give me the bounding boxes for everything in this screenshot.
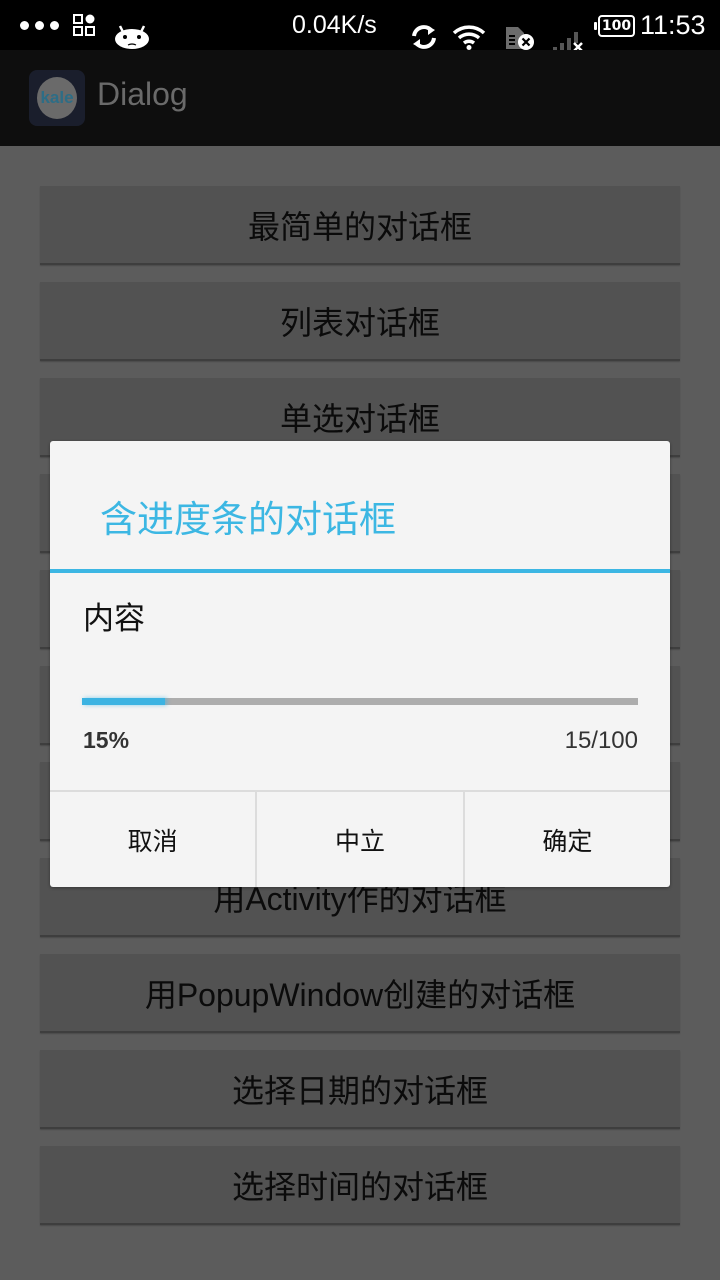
app-title: Dialog (97, 76, 188, 112)
app-logo-icon[interactable]: kale (29, 70, 85, 126)
confirm-button[interactable]: 确定 (462, 792, 670, 887)
progress-bar (82, 698, 638, 705)
progress-count-label: 15/100 (564, 727, 638, 754)
dialog-title-divider (50, 569, 670, 573)
more-dots-icon (20, 0, 59, 50)
cancel-button[interactable]: 取消 (50, 792, 255, 887)
date-picker-dialog-button[interactable]: 选择日期的对话框 (40, 1050, 680, 1129)
list-dialog-button[interactable]: 列表对话框 (40, 282, 680, 361)
progress-bar-fill (82, 698, 166, 705)
progress-dialog: 含进度条的对话框 内容 15% 15/100 取消 中立 确定 (50, 441, 670, 887)
network-speed: 0.04K/s (292, 10, 377, 39)
app-logo-text: kale (37, 77, 77, 119)
progress-percent-label: 15% (83, 727, 130, 753)
battery-icon: 100 (594, 15, 635, 37)
popupwindow-dialog-button[interactable]: 用PopupWindow创建的对话框 (40, 954, 680, 1033)
neutral-button[interactable]: 中立 (255, 792, 462, 887)
screen: 0.04K/s 100 11:53 kale Dialog 最简单的对话框 列表… (0, 0, 720, 1280)
dialog-button-bar: 取消 中立 确定 (50, 790, 670, 887)
action-bar: kale Dialog (0, 50, 720, 146)
clock: 11:53 (640, 9, 706, 40)
apps-grid-icon (73, 14, 95, 36)
simple-dialog-button[interactable]: 最简单的对话框 (40, 186, 680, 265)
dialog-message: 内容 (83, 601, 145, 636)
dialog-title: 含进度条的对话框 (100, 499, 396, 540)
status-bar: 0.04K/s 100 11:53 (0, 0, 720, 52)
time-picker-dialog-button[interactable]: 选择时间的对话框 (40, 1146, 680, 1225)
